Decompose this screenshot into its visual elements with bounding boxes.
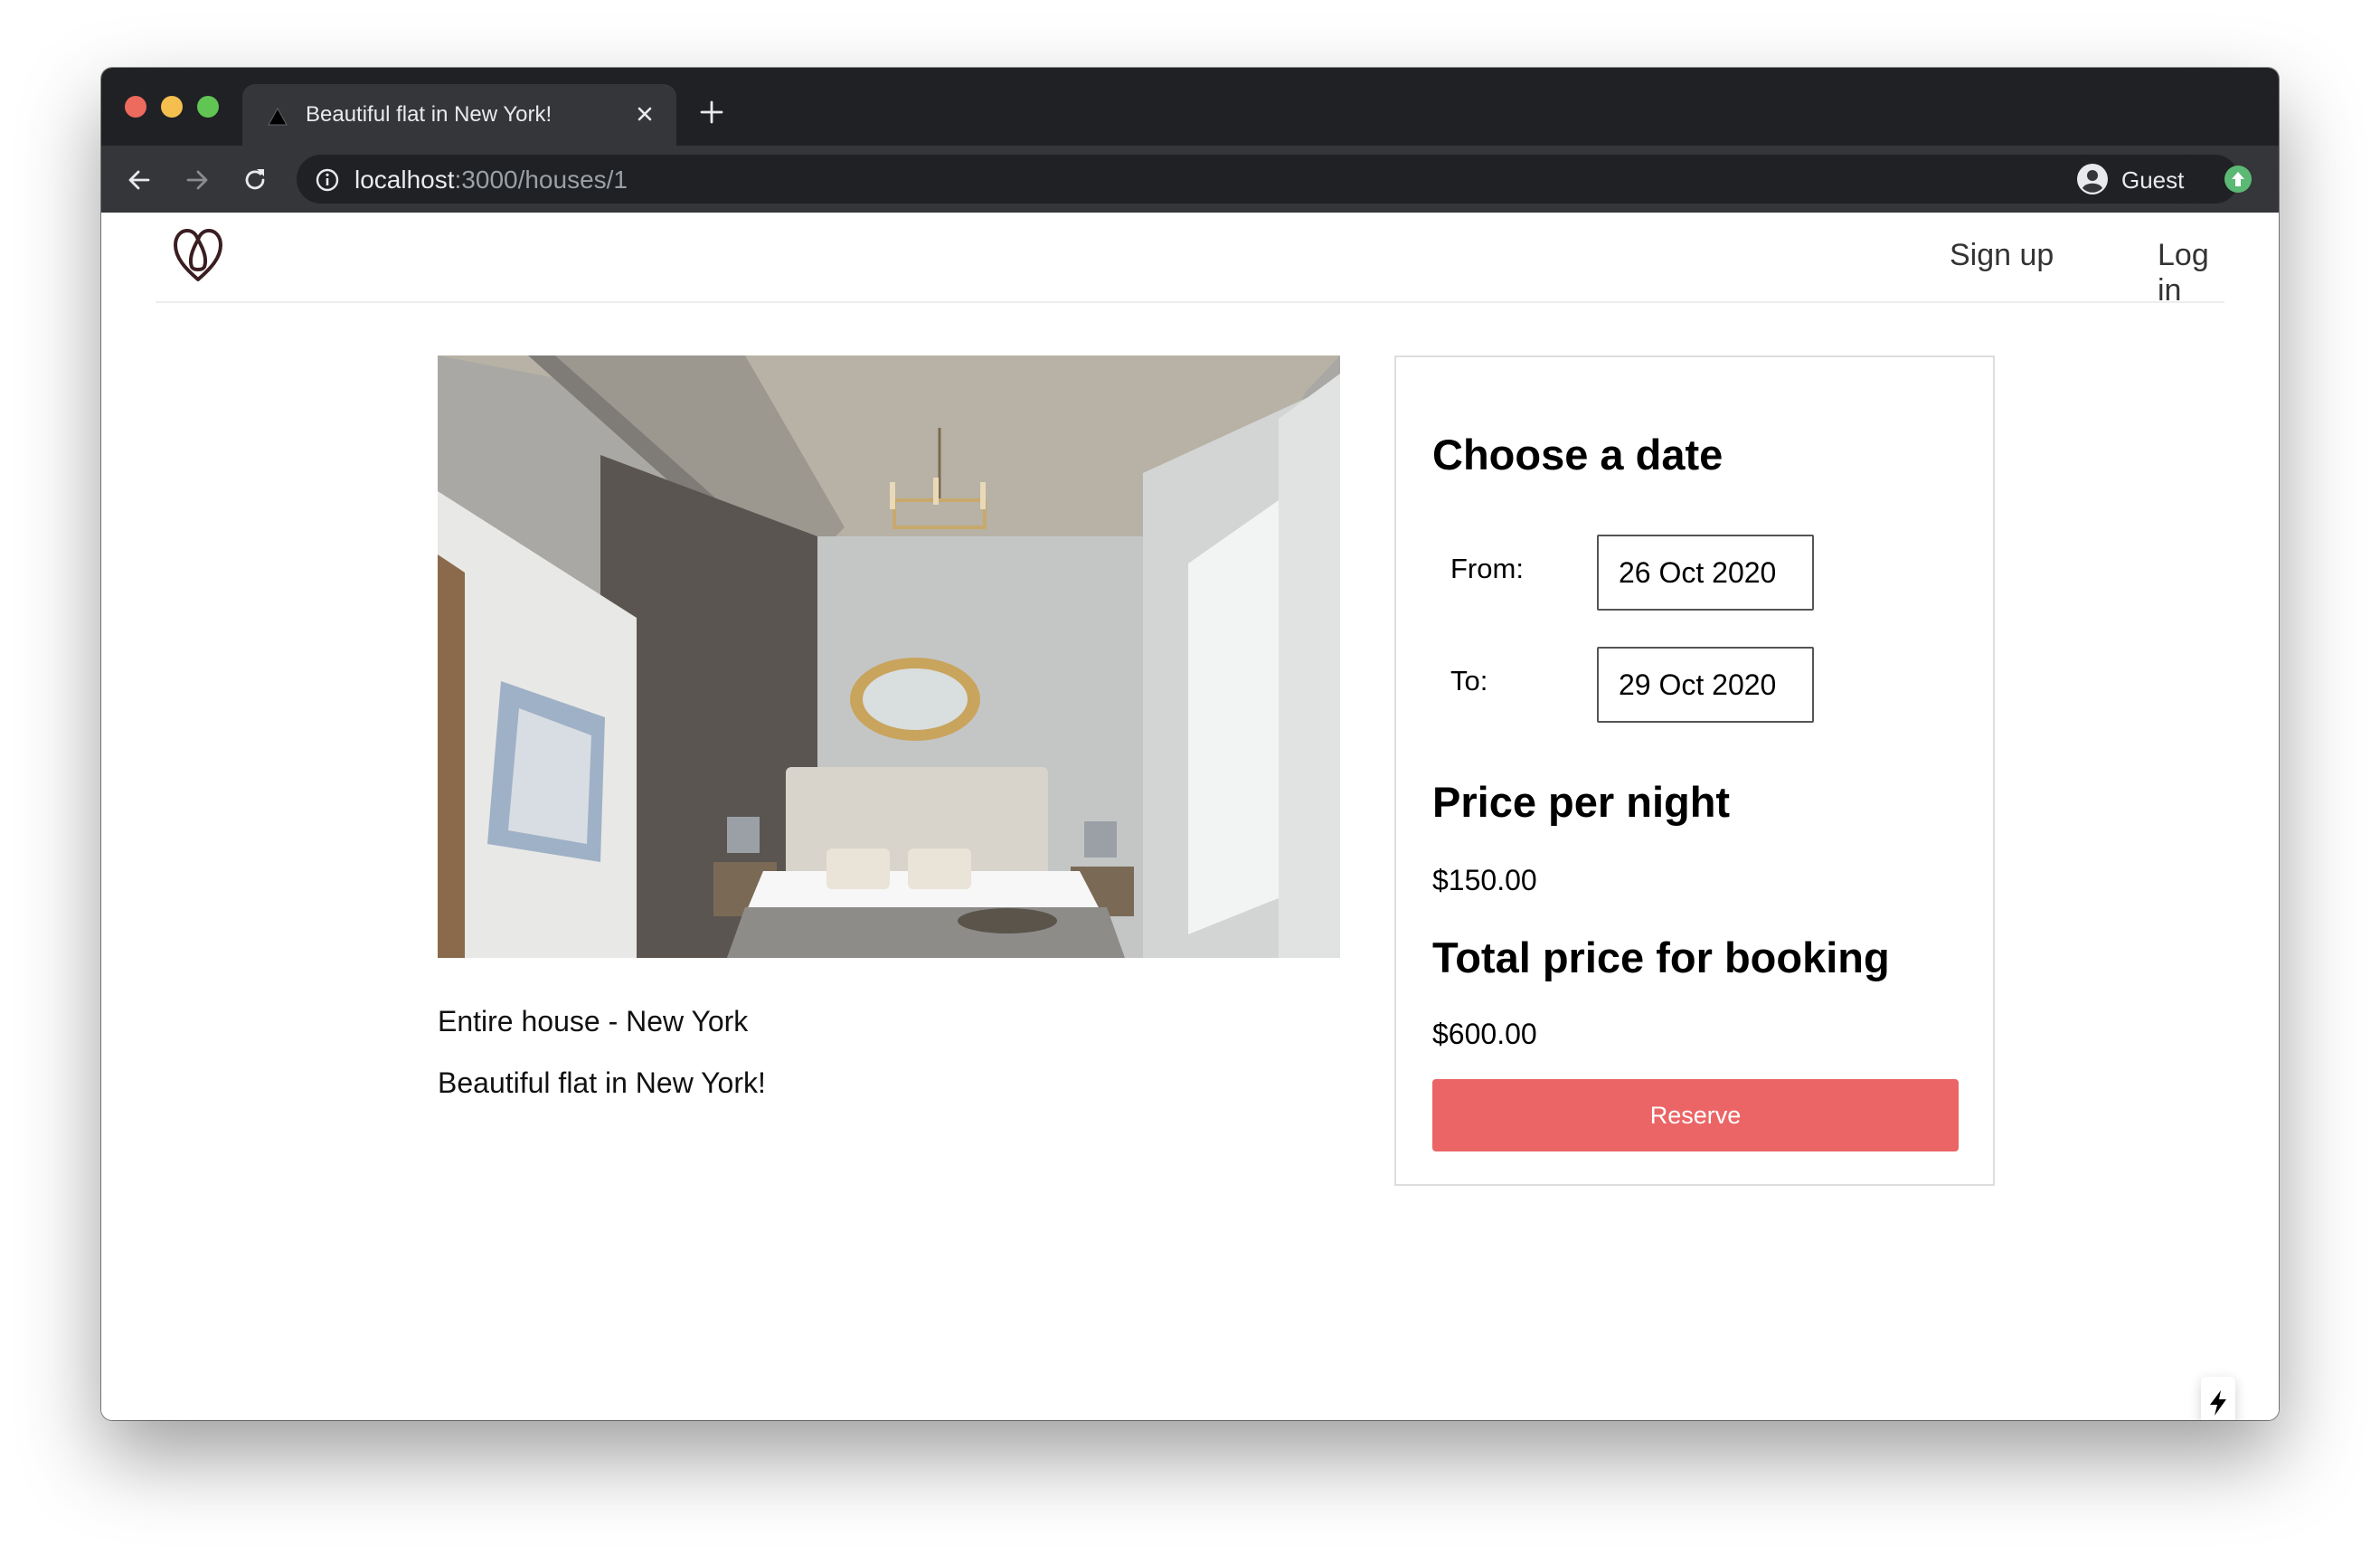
- update-extension-icon[interactable]: [2223, 164, 2253, 194]
- back-arrow-icon[interactable]: [125, 166, 154, 194]
- tab-title: Beautiful flat in New York!: [306, 102, 552, 127]
- profile-name: Guest: [2121, 166, 2185, 194]
- from-date-input[interactable]: 26 Oct 2020: [1597, 535, 1814, 611]
- dev-indicator-button[interactable]: [2201, 1377, 2235, 1420]
- minimize-window-button[interactable]: [161, 96, 183, 118]
- house-title: Beautiful flat in New York!: [438, 1066, 766, 1099]
- total-price-value: $600.00: [1432, 1018, 1537, 1050]
- log-in-link[interactable]: Log in: [2158, 238, 2224, 308]
- booking-panel: Choose a date From: 26 Oct 2020 To: 29 O…: [1394, 355, 1995, 1186]
- address-bar[interactable]: localhost:3000/houses/1: [297, 155, 2239, 204]
- close-tab-icon[interactable]: [633, 102, 656, 126]
- price-per-night-value: $150.00: [1432, 864, 1537, 896]
- to-date-input[interactable]: 29 Oct 2020: [1597, 647, 1814, 723]
- airbnb-logo-icon[interactable]: [170, 225, 226, 285]
- info-icon[interactable]: [315, 167, 340, 193]
- house-type: Entire house - New York: [438, 1005, 749, 1038]
- url-host: localhost: [354, 166, 455, 194]
- maximize-window-button[interactable]: [197, 96, 219, 118]
- price-per-night-heading: Price per night: [1432, 778, 1731, 826]
- page-content: Sign up Log in Entire house - New York B…: [101, 213, 2279, 1420]
- browser-window: Beautiful flat in New York! localhost:30…: [101, 68, 2279, 1420]
- browser-tab-active[interactable]: Beautiful flat in New York!: [242, 84, 676, 146]
- site-header: Sign up Log in: [156, 213, 2224, 308]
- sign-up-link[interactable]: Sign up: [1950, 238, 2054, 273]
- bedroom-photo-illustration: [438, 355, 1340, 958]
- house-photo: [438, 355, 1340, 958]
- reserve-button[interactable]: Reserve: [1432, 1079, 1959, 1151]
- browser-toolbar: localhost:3000/houses/1 Guest: [101, 146, 2279, 213]
- guest-avatar-icon: [2077, 164, 2108, 194]
- to-label: To:: [1450, 665, 1488, 696]
- url-path: :3000/houses/1: [454, 166, 628, 194]
- tab-strip: Beautiful flat in New York!: [101, 68, 2279, 146]
- total-price-heading: Total price for booking: [1432, 933, 1890, 981]
- from-label: From:: [1450, 553, 1524, 584]
- url-text: localhost:3000/houses/1: [354, 166, 628, 194]
- new-tab-icon[interactable]: [698, 99, 725, 126]
- close-window-button[interactable]: [125, 96, 146, 118]
- triangle-favicon-icon: [268, 108, 288, 126]
- lightning-bolt-icon: [2210, 1390, 2226, 1416]
- choose-date-heading: Choose a date: [1432, 431, 1724, 479]
- profile-button[interactable]: Guest: [2065, 155, 2205, 204]
- reload-icon[interactable]: [241, 166, 269, 194]
- forward-arrow-icon[interactable]: [183, 166, 212, 194]
